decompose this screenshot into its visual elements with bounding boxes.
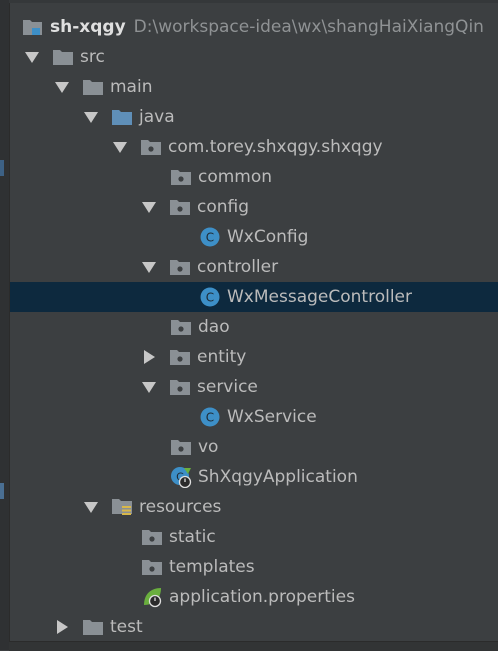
tree-node-service[interactable]: service	[10, 372, 498, 402]
folder-icon	[52, 46, 74, 68]
spring-boot-class-icon: C	[170, 466, 192, 488]
tree-node-shxqgyapplication[interactable]: C ShXqgyApplication	[10, 462, 498, 492]
tree-node-label: application.properties	[169, 587, 355, 607]
tree-node-wxmessagecontroller[interactable]: C WxMessageController	[10, 282, 498, 312]
svg-text:C: C	[206, 411, 214, 425]
tree-node-label: common	[198, 167, 273, 187]
package-icon	[140, 136, 162, 158]
tree-node-entity[interactable]: entity	[10, 342, 498, 372]
tree-node-label: service	[197, 377, 258, 397]
tree-node-label: main	[110, 77, 153, 97]
expand-arrow-icon[interactable]	[24, 42, 40, 72]
tree-node-label: test	[110, 617, 143, 637]
package-icon	[169, 256, 191, 278]
expand-arrow-icon[interactable]	[83, 102, 99, 132]
expand-arrow-icon[interactable]	[141, 252, 157, 282]
tree-node-label: WxService	[227, 407, 317, 427]
project-path: D:\workspace-idea\wx\shangHaiXiangQin	[133, 17, 484, 37]
tree-node-common[interactable]: common	[10, 162, 498, 192]
tree-node-label: src	[80, 47, 105, 67]
package-icon	[169, 346, 191, 368]
tree-node-project-root[interactable]: sh-xqgy D:\workspace-idea\wx\shangHaiXia…	[10, 12, 498, 42]
tree-node-label: com.torey.shxqgy.shxqgy	[168, 137, 383, 157]
tree-node-label: config	[197, 197, 250, 217]
svg-text:C: C	[206, 291, 214, 305]
folder-icon	[141, 526, 163, 548]
tree-node-test[interactable]: test	[10, 612, 498, 642]
package-icon	[170, 436, 192, 458]
expand-arrow-icon[interactable]	[54, 72, 70, 102]
tree-node-src[interactable]: src	[10, 42, 498, 72]
tree-node-config[interactable]: config	[10, 192, 498, 222]
svg-text:C: C	[206, 231, 214, 245]
panel-top-edge	[9, 0, 498, 3]
expand-arrow-icon[interactable]	[112, 132, 128, 162]
tree-node-wxservice[interactable]: C WxService	[10, 402, 498, 432]
tree-node-label: dao	[198, 317, 230, 337]
tree-node-main[interactable]: main	[10, 72, 498, 102]
tree-node-templates[interactable]: templates	[10, 552, 498, 582]
project-tree: sh-xqgy D:\workspace-idea\wx\shangHaiXia…	[10, 12, 498, 642]
expand-arrow-icon[interactable]	[141, 192, 157, 222]
folder-icon	[82, 76, 104, 98]
folder-icon	[82, 616, 104, 638]
package-icon	[170, 166, 192, 188]
java-class-icon: C	[199, 226, 221, 248]
tree-node-vo[interactable]: vo	[10, 432, 498, 462]
package-icon	[169, 196, 191, 218]
tree-node-label: WxConfig	[227, 227, 309, 247]
module-folder-icon	[22, 16, 44, 38]
tree-node-wxconfig[interactable]: C WxConfig	[10, 222, 498, 252]
tool-strip-marker	[0, 160, 4, 176]
spring-properties-icon	[141, 586, 163, 608]
tree-node-label: ShXqgyApplication	[198, 467, 358, 487]
expand-arrow-icon[interactable]	[83, 492, 99, 522]
package-icon	[169, 376, 191, 398]
collapse-arrow-icon[interactable]	[54, 612, 70, 642]
tree-node-label: resources	[139, 497, 222, 517]
tree-node-label: controller	[197, 257, 279, 277]
folder-icon	[141, 556, 163, 578]
java-class-icon: C	[199, 286, 221, 308]
tree-node-java[interactable]: java	[10, 102, 498, 132]
resources-folder-icon	[111, 496, 133, 518]
tree-node-dao[interactable]: dao	[10, 312, 498, 342]
tree-node-application-properties[interactable]: application.properties	[10, 582, 498, 612]
package-icon	[170, 316, 192, 338]
tree-node-label: entity	[197, 347, 247, 367]
tree-node-label: WxMessageController	[227, 287, 412, 307]
tree-node-label: templates	[169, 557, 255, 577]
java-class-icon: C	[199, 406, 221, 428]
expand-arrow-icon[interactable]	[141, 372, 157, 402]
tool-strip-marker	[0, 483, 4, 499]
tree-node-label: java	[139, 107, 175, 127]
tree-node-label: static	[169, 527, 216, 547]
tree-node-resources[interactable]: resources	[10, 492, 498, 522]
project-name: sh-xqgy	[50, 17, 126, 37]
tree-node-label: vo	[198, 437, 219, 457]
tree-node-static[interactable]: static	[10, 522, 498, 552]
expand-arrow-icon[interactable]	[141, 342, 157, 372]
tree-node-controller[interactable]: controller	[10, 252, 498, 282]
tree-node-package-root[interactable]: com.torey.shxqgy.shxqgy	[10, 132, 498, 162]
left-tool-strip	[0, 0, 10, 650]
source-folder-icon	[111, 106, 133, 128]
